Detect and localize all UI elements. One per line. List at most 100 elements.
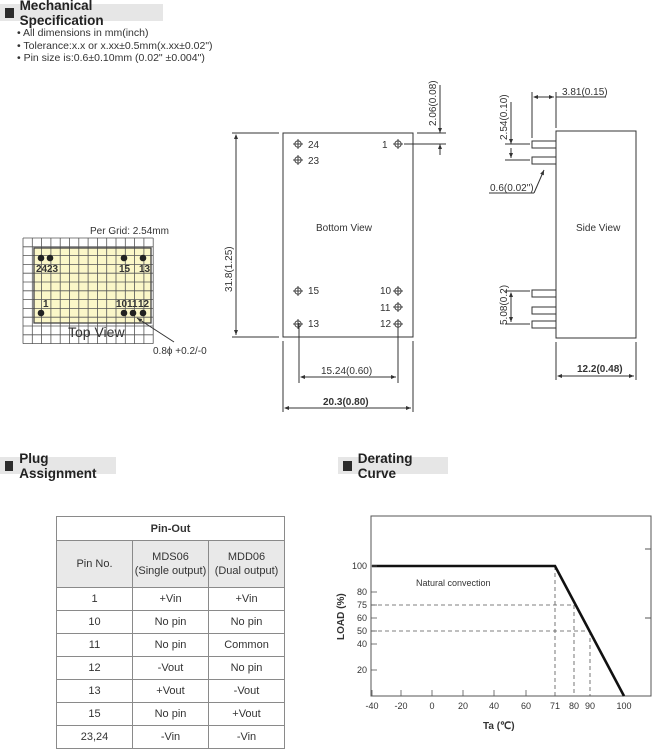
pin-label: 15 — [119, 264, 131, 275]
bottom-view-outline — [282, 132, 414, 338]
dim-height-label: 31.8(1.25) — [224, 246, 235, 292]
y-tick-label: 40 — [357, 639, 367, 649]
y-tick-label: 80 — [357, 587, 367, 597]
pin-hole-icon — [393, 302, 403, 312]
section-title: Derating Curve — [357, 450, 413, 481]
side-view-title: Side View — [576, 223, 621, 234]
pin-stub — [531, 156, 557, 165]
grid-label: Per Grid: 2.54mm — [90, 226, 169, 237]
pin-stub — [531, 306, 557, 315]
column-header-mds06: MDS06 (Single output) — [132, 540, 209, 588]
section-header-derating: Derating Curve — [338, 451, 448, 481]
table-row: 11 No pin Common — [56, 633, 285, 657]
x-axis: -40 -20 0 20 40 60 71 80 90 100 — [365, 690, 632, 711]
pin-hole-icon — [293, 286, 303, 296]
model-name: MDS06 — [152, 551, 189, 563]
dual-output-value: -Vin — [208, 725, 285, 749]
table-row: 1 +Vin +Vin — [56, 587, 285, 611]
table-row: 15 No pin +Vout — [56, 702, 285, 726]
dim-pin-span-label: 5.08(0.2) — [499, 285, 510, 325]
pin-dot — [139, 309, 147, 317]
derating-line — [372, 564, 626, 697]
pin-number: 1 — [56, 587, 133, 611]
model-desc: (Dual output) — [214, 565, 279, 577]
pin-label: 12 — [380, 319, 392, 330]
y-axis-label: LOAD (%) — [336, 593, 347, 640]
pin-label: 1 — [382, 140, 388, 151]
pin-dot — [37, 309, 45, 317]
pin-hole-icon — [293, 139, 303, 149]
dim-pin-pitch-label: 2.54(0.10) — [499, 94, 510, 140]
x-tick-label: 100 — [616, 701, 631, 711]
plot-frame — [370, 515, 652, 697]
y-tick-label: 60 — [357, 613, 367, 623]
dim-top-label: 2.06(0.08) — [428, 80, 439, 126]
dim-pin-dia-label: 0.6(0.02") — [490, 183, 534, 194]
dim-width-label: 20.3(0.80) — [323, 397, 369, 408]
mechanical-drawing: Per Grid: 2.54mm 24 23 15 13 1 10 11 12 … — [22, 80, 637, 412]
x-tick-label: 90 — [585, 701, 595, 711]
y-tick-label: 20 — [357, 665, 367, 675]
pin-hole-icon — [393, 139, 403, 149]
bottom-view-title: Bottom View — [316, 223, 373, 234]
pin-stub — [531, 320, 557, 329]
pin-hole-icon — [293, 155, 303, 165]
single-output-value: +Vout — [132, 679, 209, 703]
pin-number: 10 — [56, 610, 133, 634]
dual-output-value: -Vout — [208, 679, 285, 703]
single-output-value: -Vout — [132, 656, 209, 680]
single-output-value: +Vin — [132, 587, 209, 611]
dim-depth-label: 12.2(0.48) — [577, 364, 623, 375]
square-bullet-icon — [5, 460, 14, 471]
section-title: Plug Assignment — [19, 450, 97, 481]
reference-lines — [371, 566, 591, 696]
table-row: 10 No pin No pin — [56, 610, 285, 634]
column-header-mdd06: MDD06 (Dual output) — [208, 540, 285, 588]
table-row: 23,24 -Vin -Vin — [56, 725, 285, 749]
pin-hole-icon — [393, 319, 403, 329]
bottom-view-pins — [293, 139, 446, 329]
pin-dot — [139, 254, 147, 262]
pin-label: 23 — [47, 264, 59, 275]
pin-label: 15 — [308, 286, 320, 297]
pin-label: 13 — [308, 319, 320, 330]
x-tick-label: 20 — [458, 701, 468, 711]
table-row: 13 +Vout -Vout — [56, 679, 285, 703]
annotation: Natural convection — [416, 578, 491, 588]
pin-dot — [120, 309, 128, 317]
single-output-value: -Vin — [132, 725, 209, 749]
pin-number: 13 — [56, 679, 133, 703]
pin-label: 1 — [43, 299, 49, 310]
y-tick-label: 75 — [357, 600, 367, 610]
dim-pitch-label: 15.24(0.60) — [321, 366, 372, 377]
side-view-outline — [555, 130, 637, 339]
pin-label: 13 — [139, 264, 151, 275]
top-view-title: Top View — [68, 324, 125, 340]
pin-dot — [37, 254, 45, 262]
y-axis: 100 80 75 60 50 40 20 — [352, 561, 377, 675]
bottom-view — [232, 85, 446, 412]
top-view: Per Grid: 2.54mm 24 23 15 13 1 10 11 12 … — [22, 226, 207, 357]
pin-dot — [120, 254, 128, 262]
pin-number: 23,24 — [56, 725, 133, 749]
x-tick-label: 40 — [489, 701, 499, 711]
y-tick-label: 100 — [352, 561, 367, 571]
x-tick-label: 0 — [429, 701, 434, 711]
dual-output-value: Common — [208, 633, 285, 657]
x-tick-label: 60 — [521, 701, 531, 711]
single-output-value: No pin — [132, 633, 209, 657]
pin-label: 23 — [308, 156, 320, 167]
pinout-title: Pin-Out — [56, 516, 285, 541]
x-tick-label: -20 — [394, 701, 407, 711]
dual-output-value: No pin — [208, 610, 285, 634]
section-header-plug: Plug Assignment — [0, 451, 116, 481]
pin-number: 12 — [56, 656, 133, 680]
column-header-pin: Pin No. — [56, 540, 133, 588]
y-tick-label: 50 — [357, 626, 367, 636]
pin-label: 10 — [380, 286, 392, 297]
pin-dot — [129, 309, 137, 317]
square-bullet-icon — [343, 460, 352, 471]
pin-label: 24 — [308, 140, 320, 151]
pinout-table: Pin-Out Pin No. MDS06 (Single output) MD… — [56, 516, 285, 749]
single-output-value: No pin — [132, 702, 209, 726]
